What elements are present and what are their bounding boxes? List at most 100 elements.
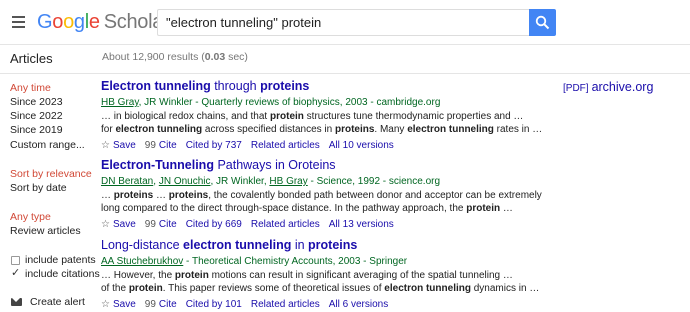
time-filter-since-2019[interactable]: Since 2019 bbox=[10, 124, 63, 136]
result-authors: AA Stuchebrukhov - Theoretical Chemistry… bbox=[101, 255, 541, 268]
type-review-articles[interactable]: Review articles bbox=[10, 225, 81, 237]
title-segment: Pathways in Oroteins bbox=[213, 158, 336, 172]
all-versions-link[interactable]: All 6 versions bbox=[329, 299, 388, 310]
cited-by-link[interactable]: Cited by 101 bbox=[186, 299, 242, 310]
pdf-link[interactable]: [PDF] archive.org bbox=[563, 80, 653, 94]
include-patents-label[interactable]: include patents bbox=[25, 254, 96, 266]
result-title-link[interactable]: Electron tunneling through proteins bbox=[101, 79, 541, 94]
save-button[interactable]: ☆ Save bbox=[101, 299, 136, 310]
snippet-segment: electron tunneling bbox=[115, 124, 203, 135]
create-alert-link[interactable]: Create alert bbox=[30, 296, 85, 308]
related-articles-link[interactable]: Related articles bbox=[251, 219, 320, 230]
snippet-segment: . This paper reviews some of theoretical… bbox=[162, 283, 385, 294]
type-any-type: Any type bbox=[10, 211, 51, 223]
title-segment: proteins bbox=[308, 238, 358, 252]
result-title-link[interactable]: Long-distance electron tunneling in prot… bbox=[101, 238, 541, 253]
logo-letter: e bbox=[88, 11, 100, 33]
cited-by-link-label: Cited by 669 bbox=[185, 219, 242, 230]
snippet-line: … in biological redox chains, and that p… bbox=[101, 110, 541, 123]
author-link[interactable]: JN Onuchic bbox=[159, 176, 211, 187]
snippet-line: long compared to the direct through-spac… bbox=[101, 202, 541, 215]
save-button-label: Save bbox=[112, 219, 136, 230]
snippet-line: … proteins … proteins, the covalently bo… bbox=[101, 189, 542, 202]
publication-info: - Science, 1992 - science.org bbox=[307, 176, 441, 187]
save-button[interactable]: ☆ Save bbox=[101, 219, 136, 230]
snippet-segment: electron tunneling bbox=[407, 124, 494, 135]
cited-by-link-label: Cited by 101 bbox=[185, 299, 242, 310]
include-patents-checkbox[interactable] bbox=[11, 256, 20, 265]
title-segment: Electron-Tunneling bbox=[101, 158, 214, 172]
search-icon bbox=[535, 15, 550, 30]
sidebar-title: Articles bbox=[10, 51, 53, 66]
results-stats: About 12,900 results (0.03 sec) bbox=[102, 51, 248, 63]
snippet-segment: proteins bbox=[334, 124, 375, 135]
all-versions-link[interactable]: All 13 versions bbox=[329, 219, 394, 230]
snippet-segment: proteins bbox=[113, 190, 154, 201]
quote-icon: 99 bbox=[144, 219, 156, 230]
title-segment: proteins bbox=[260, 79, 310, 93]
snippet-segment: dynamics in … bbox=[470, 283, 540, 294]
related-articles-link-label: Related articles bbox=[250, 140, 320, 151]
snippet-line: for electron tunneling across specified … bbox=[101, 123, 543, 136]
author-link[interactable]: HB Gray bbox=[101, 97, 139, 108]
pdf-tag: [PDF] bbox=[563, 83, 589, 94]
star-icon: ☆ bbox=[101, 140, 110, 151]
related-articles-link-label: Related articles bbox=[250, 219, 320, 230]
save-button[interactable]: ☆ Save bbox=[101, 140, 136, 151]
all-versions-link[interactable]: All 10 versions bbox=[329, 140, 394, 151]
snippet-segment: … However, the bbox=[101, 270, 175, 281]
cited-by-link[interactable]: Cited by 669 bbox=[186, 219, 242, 230]
related-articles-link[interactable]: Related articles bbox=[251, 299, 320, 310]
search-button[interactable] bbox=[529, 9, 556, 36]
time-filter-custom-range[interactable]: Custom range... bbox=[10, 139, 85, 151]
author-link[interactable]: DN Beratan bbox=[101, 176, 153, 187]
snippet-segment: protein bbox=[128, 283, 163, 294]
snippet-segment: , the covalently bonded path between don… bbox=[208, 190, 542, 201]
result-authors: HB Gray, JR Winkler - Quarterly reviews … bbox=[101, 96, 541, 109]
related-articles-link[interactable]: Related articles bbox=[251, 140, 320, 151]
logo-letter: g bbox=[73, 11, 85, 33]
cite-button[interactable]: 99 Cite bbox=[145, 219, 177, 230]
sidebar-divider bbox=[0, 73, 690, 74]
hamburger-menu-icon[interactable] bbox=[12, 16, 25, 28]
result-actions: ☆ Save 99 Cite Cited by 737 Related articles A… bbox=[101, 139, 541, 152]
snippet-segment: … bbox=[500, 203, 513, 214]
snippet-segment: rates in … bbox=[493, 124, 543, 135]
time-filter-any-time: Any time bbox=[10, 82, 51, 94]
header: Google Scholar bbox=[0, 0, 690, 44]
google-scholar-logo[interactable]: Google Scholar bbox=[37, 11, 170, 34]
time-filter-since-2022[interactable]: Since 2022 bbox=[10, 110, 63, 122]
author-link[interactable]: AA Stuchebrukhov bbox=[101, 256, 183, 267]
logo-letter: o bbox=[63, 11, 74, 33]
title-segment: Electron tunneling bbox=[101, 79, 211, 93]
snippet-segment: protein bbox=[466, 203, 501, 214]
result-snippet: … However, the protein motions can resul… bbox=[101, 269, 541, 295]
time-filter-since-2023[interactable]: Since 2023 bbox=[10, 96, 63, 108]
results-count: About 12,900 results ( bbox=[102, 51, 205, 63]
mail-icon[interactable] bbox=[11, 298, 22, 306]
cite-button-label: Cite bbox=[158, 140, 177, 151]
snippet-segment: … bbox=[101, 190, 114, 201]
snippet-line: … However, the protein motions can resul… bbox=[101, 269, 541, 282]
snippet-segment: motions can result in significant averag… bbox=[208, 270, 513, 281]
cite-button-label: Cite bbox=[158, 219, 177, 230]
result-snippet: … in biological redox chains, and that p… bbox=[101, 110, 543, 136]
publication-info: , JR Winkler - Quarterly reviews of biop… bbox=[138, 97, 441, 108]
search-input[interactable] bbox=[157, 9, 529, 36]
search-result: Electron-Tunneling Pathways in Oroteins D… bbox=[101, 158, 542, 231]
cite-button-label: Cite bbox=[158, 299, 177, 310]
header-divider bbox=[0, 44, 690, 45]
include-citations-checkbox[interactable]: ✓ bbox=[11, 268, 20, 279]
snippet-segment: … in biological redox chains, and that bbox=[101, 111, 270, 122]
result-snippet: … proteins … proteins, the covalently bo… bbox=[101, 189, 542, 215]
publication-info: - Theoretical Chemistry Accounts, 2003 -… bbox=[183, 256, 408, 267]
result-actions: ☆ Save 99 Cite Cited by 669 Related articles A… bbox=[101, 218, 541, 231]
include-citations-label[interactable]: include citations bbox=[25, 268, 100, 280]
cite-button[interactable]: 99 Cite bbox=[145, 140, 177, 151]
author-link[interactable]: HB Gray bbox=[269, 176, 307, 187]
cited-by-link[interactable]: Cited by 737 bbox=[186, 140, 242, 151]
save-button-label: Save bbox=[112, 140, 136, 151]
cite-button[interactable]: 99 Cite bbox=[145, 299, 177, 310]
sort-by-date[interactable]: Sort by date bbox=[10, 182, 67, 194]
result-title-link[interactable]: Electron-Tunneling Pathways in Oroteins bbox=[101, 158, 541, 173]
